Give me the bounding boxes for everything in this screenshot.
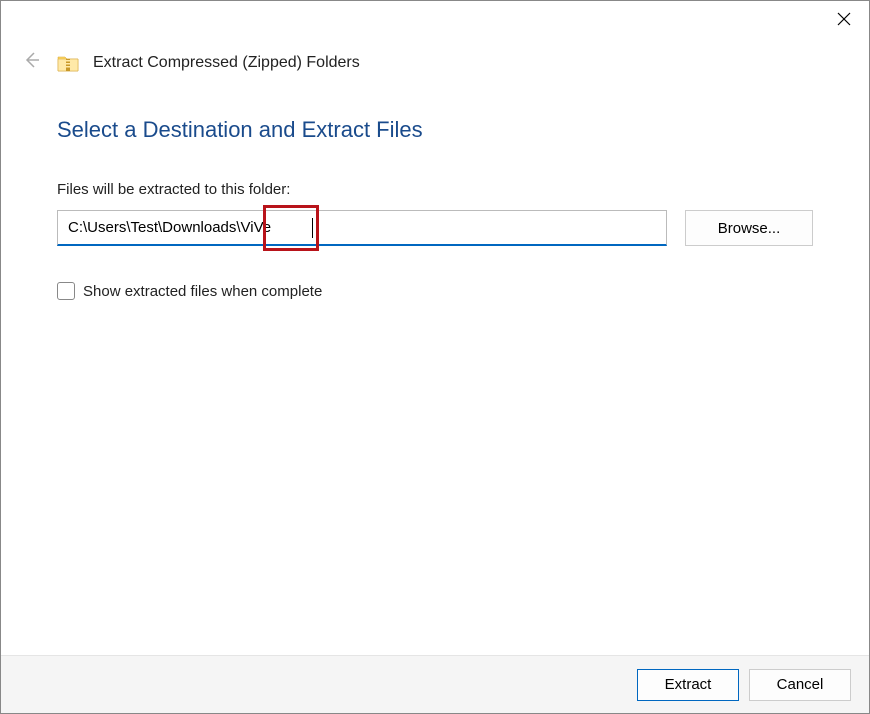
show-files-label: Show extracted files when complete <box>83 283 322 300</box>
cancel-button[interactable]: Cancel <box>749 669 851 701</box>
destination-label: Files will be extracted to this folder: <box>57 181 813 198</box>
close-icon <box>837 12 851 26</box>
content-area: Select a Destination and Extract Files F… <box>1 85 869 300</box>
destination-row: Browse... <box>57 210 813 246</box>
page-heading: Select a Destination and Extract Files <box>57 117 813 143</box>
browse-button[interactable]: Browse... <box>685 210 813 246</box>
back-arrow-icon <box>19 51 43 75</box>
wizard-footer: Extract Cancel <box>1 655 869 713</box>
destination-path-input[interactable] <box>57 210 667 246</box>
show-files-option[interactable]: Show extracted files when complete <box>57 282 813 300</box>
show-files-checkbox[interactable] <box>57 282 75 300</box>
wizard-title: Extract Compressed (Zipped) Folders <box>93 54 360 72</box>
zipped-folder-icon <box>57 54 79 72</box>
extract-button[interactable]: Extract <box>637 669 739 701</box>
wizard-header: Extract Compressed (Zipped) Folders <box>1 37 869 85</box>
close-button[interactable] <box>829 7 859 31</box>
path-container <box>57 210 667 246</box>
title-bar <box>1 1 869 37</box>
